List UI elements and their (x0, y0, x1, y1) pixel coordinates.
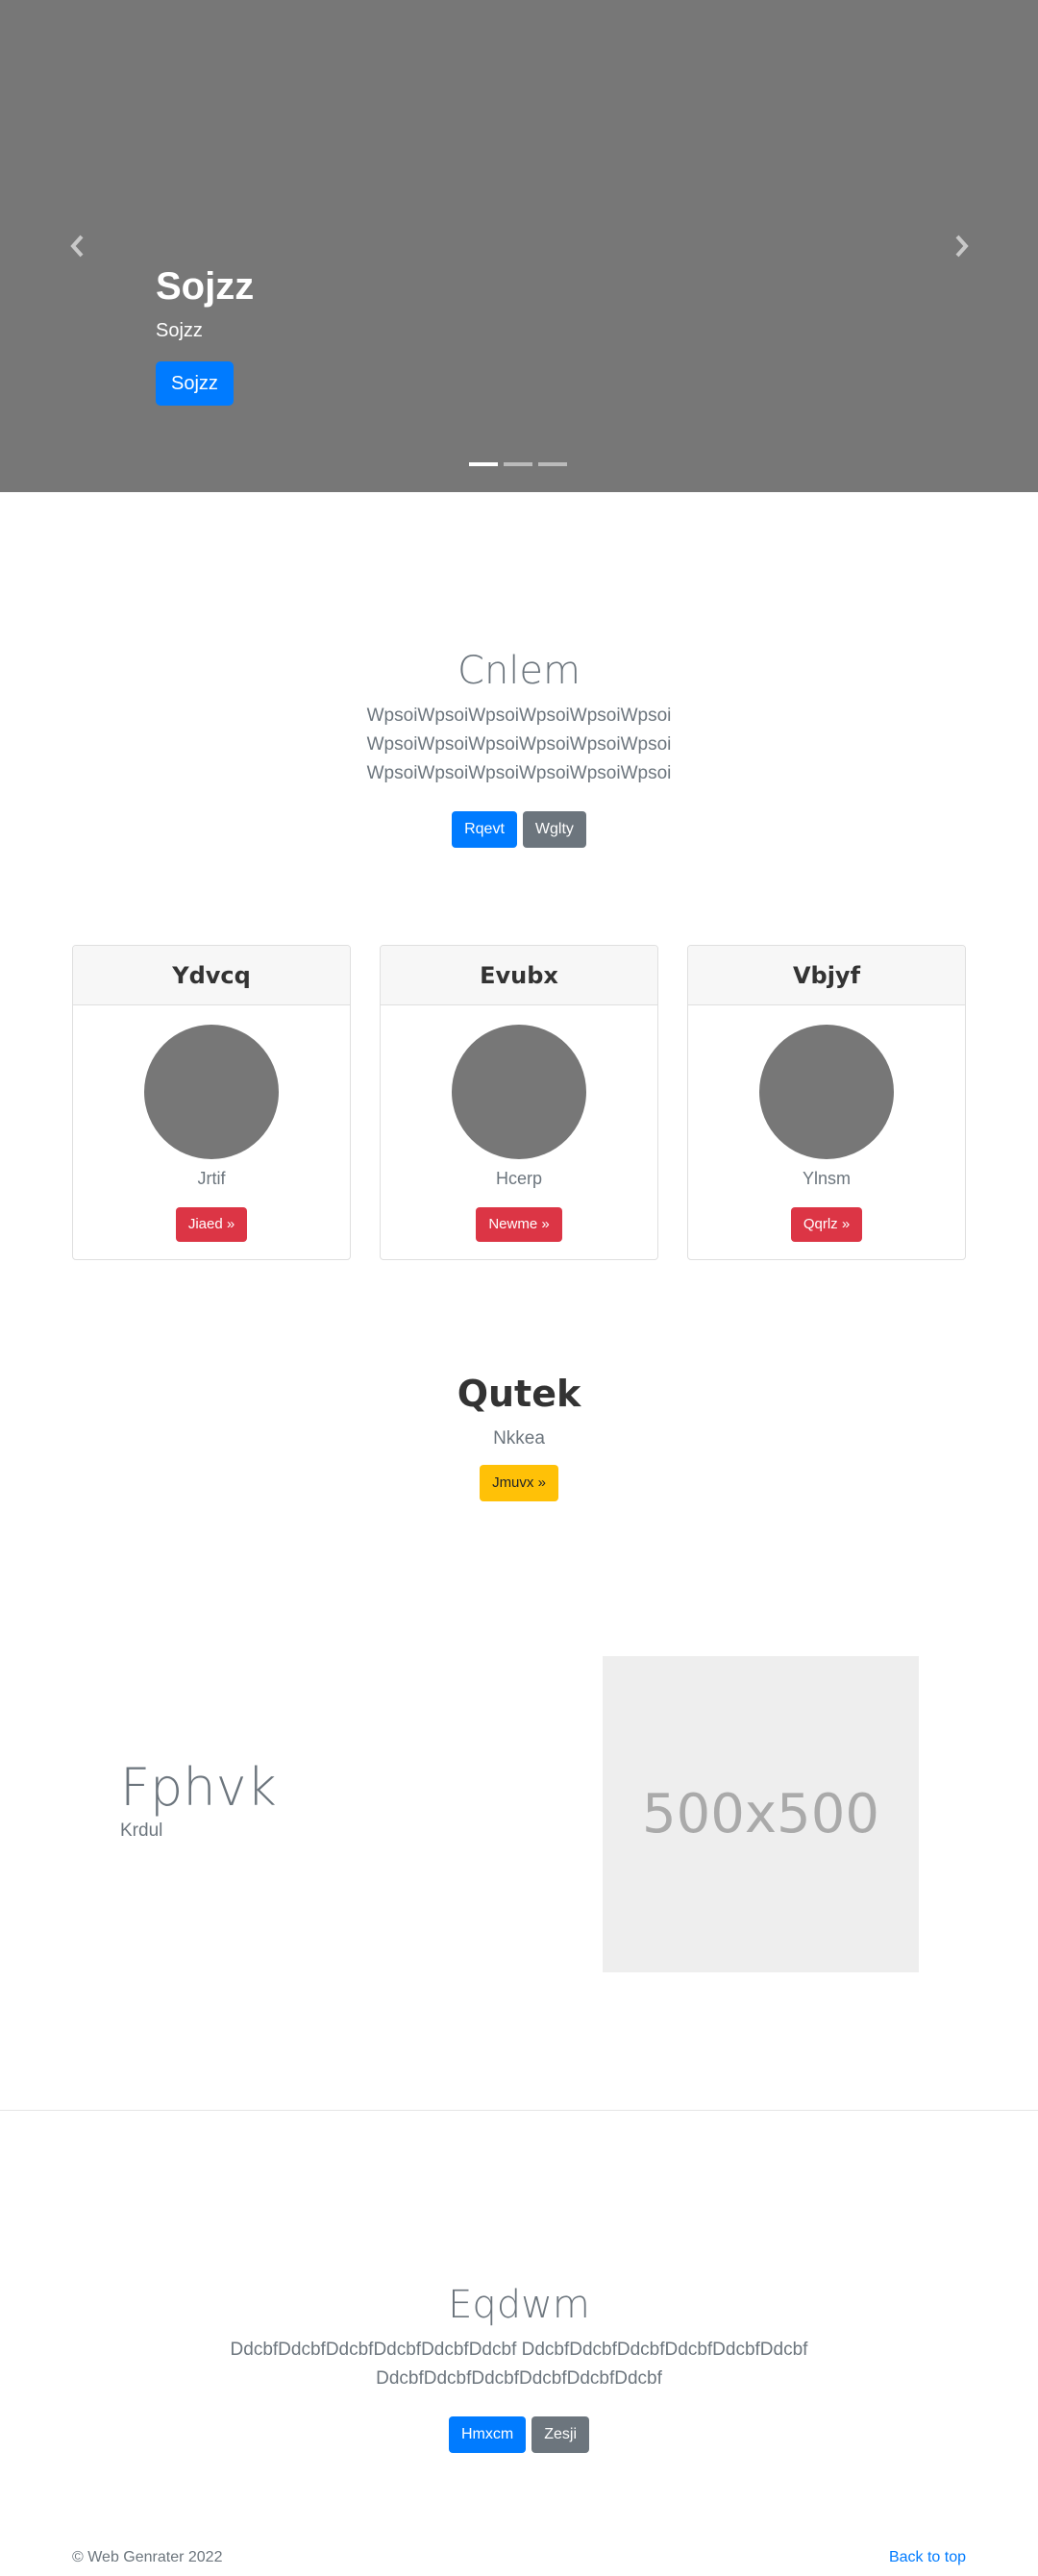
back-to-top-link[interactable]: Back to top (889, 2549, 966, 2566)
avatar-placeholder (759, 1025, 894, 1159)
avatar-placeholder (144, 1025, 279, 1159)
intro-section: Cnlem WpsoiWpsoiWpsoiWpsoiWpsoiWpsoi Wps… (0, 644, 1038, 848)
intro-line: WpsoiWpsoiWpsoiWpsoiWpsoiWpsoi (366, 763, 672, 783)
placeholder-label: 500x500 (642, 1783, 879, 1845)
cta-button[interactable]: Jmuvx » (480, 1465, 558, 1501)
cta-section: Qutek Nkkea Jmuvx » (0, 1367, 1038, 1501)
intro-text: WpsoiWpsoiWpsoiWpsoiWpsoiWpsoi WpsoiWpso… (0, 702, 1038, 788)
bottom-secondary-button[interactable]: Zesji (531, 2416, 589, 2453)
footer-copyright: © Web Genrater 2022 (72, 2549, 223, 2565)
bottom-title: Eqdwm (448, 2283, 590, 2327)
carousel-title: Sojzz (156, 265, 255, 308)
chevron-left-icon (70, 235, 84, 258)
intro-line: WpsoiWpsoiWpsoiWpsoiWpsoiWpsoi (366, 706, 672, 726)
carousel-next-button[interactable] (947, 229, 976, 263)
card-body: Hcerp Newme » (381, 1005, 657, 1242)
feature-image-placeholder: 500x500 (603, 1656, 919, 1972)
carousel-indicators (469, 462, 567, 466)
section-divider (0, 2110, 1038, 2111)
avatar-placeholder (452, 1025, 586, 1159)
carousel-subtitle: Sojzz (156, 320, 203, 341)
feature-subtitle: Krdul (120, 1821, 163, 1841)
card-body: Ylnsm Qqrlz » (688, 1005, 965, 1242)
footer: © Web Genrater 2022 Back to top (72, 2549, 966, 2566)
card-text: Hcerp (495, 1169, 542, 1188)
bottom-buttons: Hmxcm Zesji (0, 2416, 1038, 2453)
card-header: Ydvcq (73, 946, 350, 1005)
card: Ydvcq Jrtif Jiaed » (72, 945, 351, 1260)
bottom-primary-button[interactable]: Hmxcm (449, 2416, 527, 2453)
card-button[interactable]: Newme » (476, 1207, 562, 1242)
chevron-right-icon (955, 235, 969, 258)
bottom-line: DdcbfDdcbfDdcbfDdcbfDdcbfDdcbf (376, 2368, 662, 2389)
carousel-caption: Sojzz Sojzz Sojzz (156, 260, 254, 406)
carousel-cta-button[interactable]: Sojzz (156, 361, 234, 406)
carousel-indicator-1[interactable] (469, 462, 498, 466)
card-text: Ylnsm (802, 1169, 851, 1188)
intro-buttons: Rqevt Wglty (0, 811, 1038, 848)
intro-title: Cnlem (457, 649, 581, 693)
card-button[interactable]: Qqrlz » (790, 1207, 863, 1242)
bottom-section: Eqdwm DdcbfDdcbfDdcbfDdcbfDdcbfDdcbf Ddc… (0, 2278, 1038, 2453)
carousel-prev-button[interactable] (63, 229, 92, 263)
card: Vbjyf Ylnsm Qqrlz » (687, 945, 966, 1260)
intro-line: WpsoiWpsoiWpsoiWpsoiWpsoiWpsoi (366, 734, 672, 755)
cta-subtitle: Nkkea (493, 1428, 545, 1449)
intro-secondary-button[interactable]: Wglty (522, 811, 586, 848)
carousel-indicator-2[interactable] (504, 462, 532, 466)
card-button[interactable]: Jiaed » (175, 1207, 248, 1242)
bottom-text: DdcbfDdcbfDdcbfDdcbfDdcbfDdcbf DdcbfDdcb… (0, 2336, 1038, 2393)
intro-primary-button[interactable]: Rqevt (452, 811, 517, 848)
cta-title: Qutek (457, 1373, 581, 1415)
card-body: Jrtif Jiaed » (73, 1005, 350, 1242)
card-header: Evubx (381, 946, 657, 1005)
card: Evubx Hcerp Newme » (380, 945, 658, 1260)
feature-title: Fphvk (120, 1757, 277, 1818)
card-header: Vbjyf (688, 946, 965, 1005)
hero-carousel: Sojzz Sojzz Sojzz (0, 0, 1038, 492)
bottom-line: DdcbfDdcbfDdcbfDdcbfDdcbfDdcbf DdcbfDdcb… (230, 2340, 808, 2360)
feature-text: Fphvk Krdul (120, 1757, 277, 1844)
carousel-indicator-3[interactable] (538, 462, 567, 466)
card-row: Ydvcq Jrtif Jiaed » Evubx Hcerp Newme » … (72, 945, 966, 1260)
card-text: Jrtif (197, 1169, 226, 1188)
